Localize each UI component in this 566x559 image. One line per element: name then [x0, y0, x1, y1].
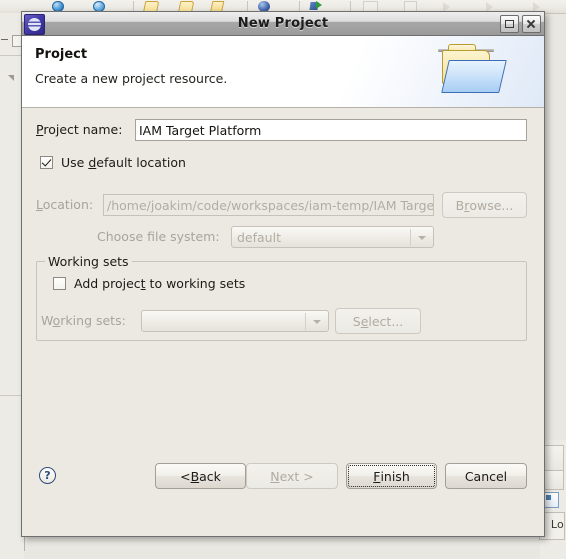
file-system-label: Choose file system: — [97, 229, 220, 244]
add-to-working-sets-checkbox[interactable] — [53, 277, 66, 290]
chevron-down-icon — [418, 236, 426, 240]
working-sets-combo-divider — [305, 313, 306, 330]
maximize-icon[interactable] — [500, 15, 519, 33]
folder-icon — [418, 36, 538, 106]
outline-view-icon[interactable] — [543, 492, 559, 508]
use-default-location-checkbox[interactable] — [40, 156, 53, 169]
project-name-label: Project name: — [36, 122, 123, 137]
location-input[interactable]: /home/joakim/code/workspaces/iam-temp/IA… — [103, 194, 434, 216]
new-project-dialog: New Project Project Create a new project… — [21, 11, 545, 537]
location-row: Location: — [36, 197, 93, 212]
help-icon[interactable]: ? — [39, 467, 56, 484]
close-icon[interactable] — [522, 15, 541, 33]
file-system-combo[interactable]: default — [231, 226, 434, 248]
project-name-row: Project name: — [36, 122, 122, 137]
working-sets-group-title: Working sets — [45, 254, 132, 269]
project-name-input[interactable]: IAM Target Platform — [135, 119, 527, 141]
working-sets-combo[interactable] — [141, 310, 329, 332]
browse-button[interactable]: Br owse... — [442, 192, 527, 218]
next-button[interactable]: Next > — [246, 463, 338, 489]
use-default-location-label: Use default location — [61, 155, 186, 170]
ide-right-panel-label: Lo — [550, 518, 564, 531]
file-system-value: default — [237, 229, 281, 245]
folder-front — [441, 60, 507, 93]
add-to-working-sets-row[interactable]: Add project to working sets — [53, 276, 245, 291]
combo-divider — [410, 229, 411, 246]
wizard-body: Project name: IAM Target Platform Use de… — [22, 108, 544, 499]
left-panel-divider-2 — [0, 395, 22, 396]
dialog-title: New Project — [237, 16, 329, 31]
working-sets-row: Working sets: — [41, 313, 126, 328]
left-panel-divider — [0, 55, 22, 56]
chevron-down-icon-2 — [313, 320, 321, 324]
left-panel-mark — [1, 39, 8, 40]
dialog-button-bar: ? < Back Next > Finish Cancel — [22, 459, 544, 499]
finish-button[interactable]: Finish — [346, 463, 437, 489]
window-controls — [500, 15, 541, 33]
eclipse-icon — [24, 14, 45, 35]
back-button[interactable]: < Back — [155, 463, 246, 489]
working-sets-label: Working sets: — [41, 313, 126, 328]
cancel-button[interactable]: Cancel — [445, 463, 527, 489]
page-description: Create a new project resource. — [35, 71, 228, 86]
select-button[interactable]: Se lect... — [335, 308, 421, 334]
ide-status-bar — [24, 551, 540, 559]
left-panel-corner-icon — [8, 75, 14, 81]
location-label: Location: — [36, 197, 94, 212]
wizard-header: Project Create a new project resource. — [22, 36, 544, 108]
file-system-row: Choose file system: — [97, 229, 220, 244]
add-to-working-sets-label: Add project to working sets — [74, 276, 246, 291]
dialog-titlebar[interactable]: New Project — [22, 12, 544, 36]
use-default-location-row[interactable]: Use default location — [40, 155, 186, 170]
page-title: Project — [35, 47, 88, 62]
screen-root: Lo New Project Project Create a new proj… — [0, 0, 566, 559]
